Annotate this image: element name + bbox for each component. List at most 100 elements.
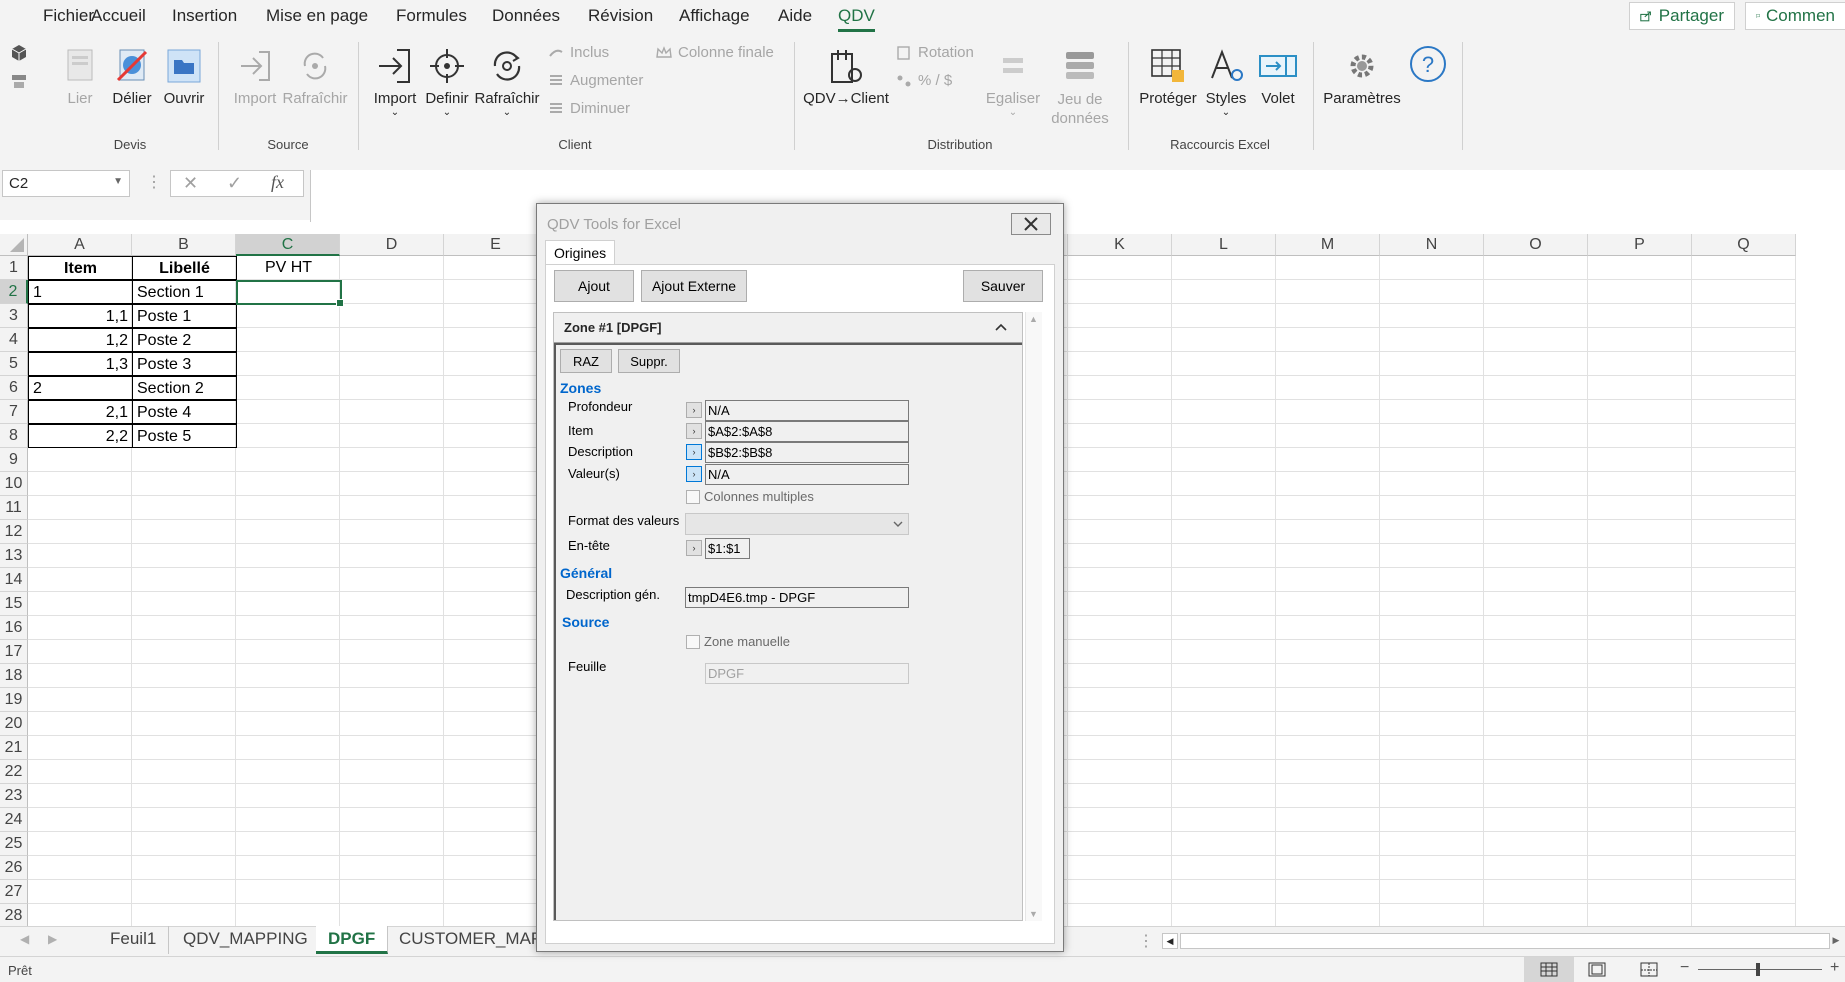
hscroll-left-icon[interactable]: ◀ [1162, 933, 1178, 949]
row-header-22[interactable]: 22 [0, 760, 28, 784]
column-header-B[interactable]: B [132, 234, 236, 256]
field-valeurs[interactable]: N/A [705, 464, 909, 485]
column-header-C[interactable]: C [236, 234, 340, 256]
cell-A6[interactable]: 2 [28, 376, 133, 400]
chevron-up-icon[interactable] [994, 322, 1008, 332]
scroll-left-icon[interactable]: ◀ [20, 932, 29, 946]
cell-A2[interactable]: 1 [28, 280, 133, 304]
dialog-vertical-scrollbar[interactable]: ▲ ▼ [1025, 312, 1042, 921]
tab-origines[interactable]: Origines [545, 240, 616, 266]
lier-button[interactable]: Lier [60, 46, 100, 107]
pick-description-button[interactable]: › [686, 444, 702, 460]
row-header-2[interactable]: 2 [0, 280, 28, 304]
scroll-up-icon[interactable]: ▲ [1029, 314, 1038, 324]
checkbox-zone-manuelle[interactable] [686, 635, 700, 649]
row-header-23[interactable]: 23 [0, 784, 28, 808]
confirm-icon[interactable]: ✓ [227, 173, 242, 194]
column-header-A[interactable]: A [28, 234, 132, 256]
row-header-13[interactable]: 13 [0, 544, 28, 568]
column-header-L[interactable]: L [1172, 234, 1276, 256]
column-header-Q[interactable]: Q [1692, 234, 1796, 256]
rotation-button[interactable]: Rotation [896, 44, 974, 61]
pick-en-tete-button[interactable]: › [686, 540, 702, 556]
cell-A8[interactable]: 2,2 [28, 424, 133, 448]
row-header-20[interactable]: 20 [0, 712, 28, 736]
menu-mise-en-page[interactable]: Mise en page [266, 6, 368, 26]
cell-B7[interactable]: Poste 4 [132, 400, 237, 424]
client-refresh-button[interactable]: Rafraîchir ⌄ [474, 46, 540, 118]
menu-insertion[interactable]: Insertion [172, 6, 237, 26]
cell-B1[interactable]: Libellé [132, 256, 237, 280]
row-header-12[interactable]: 12 [0, 520, 28, 544]
proteger-button[interactable]: Protéger [1138, 46, 1198, 107]
row-header-19[interactable]: 19 [0, 688, 28, 712]
sheet-tab-customer-mapping[interactable]: CUSTOMER_MAPP [387, 926, 537, 954]
name-box[interactable]: C2 ▼ [2, 170, 130, 197]
zone-header[interactable]: Zone #1 [DPGF] [554, 313, 1022, 343]
ajout-button[interactable]: Ajout [554, 270, 634, 302]
column-header-E[interactable]: E [444, 234, 548, 256]
cell-A3[interactable]: 1,1 [28, 304, 133, 328]
fx-icon[interactable]: fx [271, 172, 284, 193]
checkbox-colonnes-multiples[interactable] [686, 490, 700, 504]
menu-fichier[interactable]: Fichier [43, 6, 94, 26]
egaliser-button[interactable]: Egaliser ⌄ [984, 46, 1042, 118]
column-header-K[interactable]: K [1068, 234, 1172, 256]
ajout-externe-button[interactable]: Ajout Externe [641, 270, 747, 302]
chevron-down-icon[interactable]: ▼ [113, 176, 123, 187]
client-definir-button[interactable]: Definir ⌄ [424, 46, 470, 118]
row-header-14[interactable]: 14 [0, 568, 28, 592]
row-header-3[interactable]: 3 [0, 304, 28, 328]
client-import-button[interactable]: Import ⌄ [372, 46, 418, 118]
diminuer-button[interactable]: Diminuer [548, 100, 630, 117]
row-header-25[interactable]: 25 [0, 832, 28, 856]
menu-qdv[interactable]: QDV [838, 6, 875, 32]
fill-handle[interactable] [336, 299, 344, 307]
sheet-tab-feuil1[interactable]: Feuil1 [98, 926, 170, 954]
styles-button[interactable]: Styles ⌄ [1202, 46, 1250, 118]
sheet-tab-dpgf[interactable]: DPGF [316, 926, 389, 954]
field-description[interactable]: $B$2:$B$8 [705, 442, 909, 463]
row-header-9[interactable]: 9 [0, 448, 28, 472]
help-icon[interactable]: ? [1408, 44, 1448, 84]
row-header-17[interactable]: 17 [0, 640, 28, 664]
row-header-28[interactable]: 28 [0, 904, 28, 928]
share-button[interactable]: Partager [1629, 2, 1735, 30]
cell-A1[interactable]: Item [28, 256, 133, 280]
pick-valeurs-button[interactable]: › [686, 466, 702, 482]
delier-button[interactable]: Délier [110, 46, 154, 107]
cell-B3[interactable]: Poste 1 [132, 304, 237, 328]
field-description-gen[interactable]: tmpD4E6.tmp - DPGF [685, 587, 909, 608]
cell-B4[interactable]: Poste 2 [132, 328, 237, 352]
sauver-button[interactable]: Sauver [963, 270, 1043, 302]
comments-button[interactable]: Commen [1745, 2, 1845, 30]
page-layout-icon[interactable] [1588, 962, 1606, 977]
row-header-7[interactable]: 7 [0, 400, 28, 424]
zoom-slider[interactable] [1698, 969, 1822, 970]
select-all-corner[interactable] [0, 234, 28, 256]
cell-C1[interactable]: PV HT [236, 256, 341, 280]
menu-formules[interactable]: Formules [396, 6, 467, 26]
cell-B2[interactable]: Section 1 [132, 280, 237, 304]
row-header-15[interactable]: 15 [0, 592, 28, 616]
ouvrir-button[interactable]: Ouvrir [162, 46, 206, 107]
row-header-11[interactable]: 11 [0, 496, 28, 520]
source-import-button[interactable]: Import [233, 46, 277, 107]
raz-button[interactable]: RAZ [560, 349, 612, 373]
row-header-16[interactable]: 16 [0, 616, 28, 640]
row-header-10[interactable]: 10 [0, 472, 28, 496]
menu-affichage[interactable]: Affichage [679, 6, 750, 26]
field-profondeur[interactable]: N/A [705, 400, 909, 421]
column-header-N[interactable]: N [1380, 234, 1484, 256]
inclus-button[interactable]: Inclus [548, 44, 609, 61]
column-header-D[interactable]: D [340, 234, 444, 256]
zoom-out-icon[interactable]: − [1680, 959, 1689, 977]
cell-B6[interactable]: Section 2 [132, 376, 237, 400]
select-format-valeurs[interactable] [685, 513, 909, 535]
sheet-tab-qdv-mapping[interactable]: QDV_MAPPING [171, 926, 321, 954]
column-header-O[interactable]: O [1484, 234, 1588, 256]
scroll-down-icon[interactable]: ▼ [1029, 909, 1038, 919]
cell-B5[interactable]: Poste 3 [132, 352, 237, 376]
pick-profondeur-button[interactable]: › [686, 402, 702, 418]
row-header-26[interactable]: 26 [0, 856, 28, 880]
